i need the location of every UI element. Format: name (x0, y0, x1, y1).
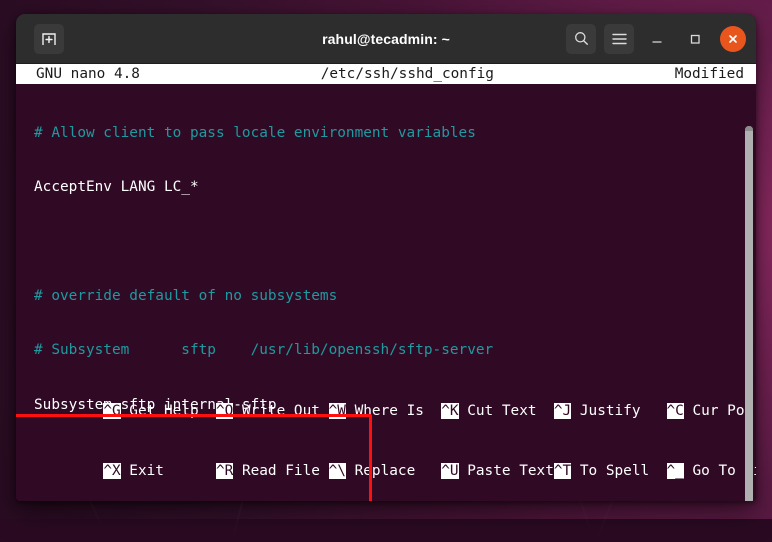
nano-shortcut-bar: ^G Get Help ^O Write Out ^W Where Is ^K … (16, 341, 756, 501)
nano-header-bar: GNU nano 4.8 /etc/ssh/sshd_config Modifi… (16, 64, 756, 84)
code-line: # Allow client to pass locale environmen… (34, 125, 476, 142)
shortcut-label[interactable]: Cur Pos (684, 403, 754, 419)
shortcut-key[interactable]: ^K (441, 403, 459, 419)
shortcut-label[interactable]: Replace (346, 463, 441, 479)
new-tab-icon[interactable] (34, 23, 64, 54)
code-line: AcceptEnv LANG LC_* (34, 179, 199, 196)
shortcut-label[interactable]: Get Help (121, 403, 216, 419)
hamburger-menu-icon[interactable] (604, 23, 634, 54)
search-icon[interactable] (566, 23, 596, 54)
shortcut-key[interactable]: ^R (215, 463, 234, 479)
shortcut-key[interactable]: ^W (328, 403, 346, 419)
terminal-window: rahul@tecadmin: ~ GNU nano 4.8 /etc/ssh/… (16, 14, 756, 501)
terminal-scrollbar[interactable] (744, 116, 754, 501)
nano-status: Modified (674, 66, 744, 82)
shortcut-row-2: ^X Exit ^R Read File ^\ Replace ^U Paste… (34, 441, 756, 479)
shortcut-label[interactable]: To Spell (571, 463, 666, 479)
shortcut-label[interactable]: Read File (233, 463, 328, 479)
shortcut-label[interactable]: Justify (571, 403, 666, 419)
shortcut-key[interactable]: ^\ (328, 463, 346, 479)
nano-filename: /etc/ssh/sshd_config (320, 66, 494, 82)
nano-version: GNU nano 4.8 (36, 66, 140, 82)
titlebar-controls (566, 23, 748, 54)
shortcut-label[interactable]: Where Is (346, 403, 441, 419)
window-titlebar[interactable]: rahul@tecadmin: ~ (16, 14, 756, 64)
close-button[interactable] (718, 24, 748, 54)
shortcut-row-1: ^G Get Help ^O Write Out ^W Where Is ^K … (34, 381, 756, 419)
maximize-icon[interactable] (680, 24, 710, 54)
shortcut-key[interactable]: ^T (553, 463, 572, 479)
shortcut-key[interactable]: ^U (441, 463, 459, 479)
shortcut-key[interactable]: ^X (103, 463, 121, 479)
minimize-icon[interactable] (642, 24, 672, 54)
shortcut-label[interactable]: Exit (121, 463, 216, 479)
close-icon[interactable] (720, 25, 746, 52)
shortcut-label[interactable]: Cut Text (459, 403, 554, 419)
code-line: # override default of no subsystems (34, 288, 338, 305)
nano-editor[interactable]: GNU nano 4.8 /etc/ssh/sshd_config Modifi… (16, 64, 756, 501)
shortcut-label[interactable]: Paste Text (459, 463, 554, 479)
shortcut-key[interactable]: ^O (215, 403, 234, 419)
shortcut-key[interactable]: ^J (553, 403, 572, 419)
shortcut-key[interactable]: ^_ (666, 463, 684, 479)
shortcut-key[interactable]: ^C (666, 403, 684, 419)
shortcut-label[interactable]: Write Out (233, 403, 328, 419)
shortcut-key[interactable]: ^G (103, 403, 121, 419)
scrollbar-thumb[interactable] (745, 126, 753, 501)
